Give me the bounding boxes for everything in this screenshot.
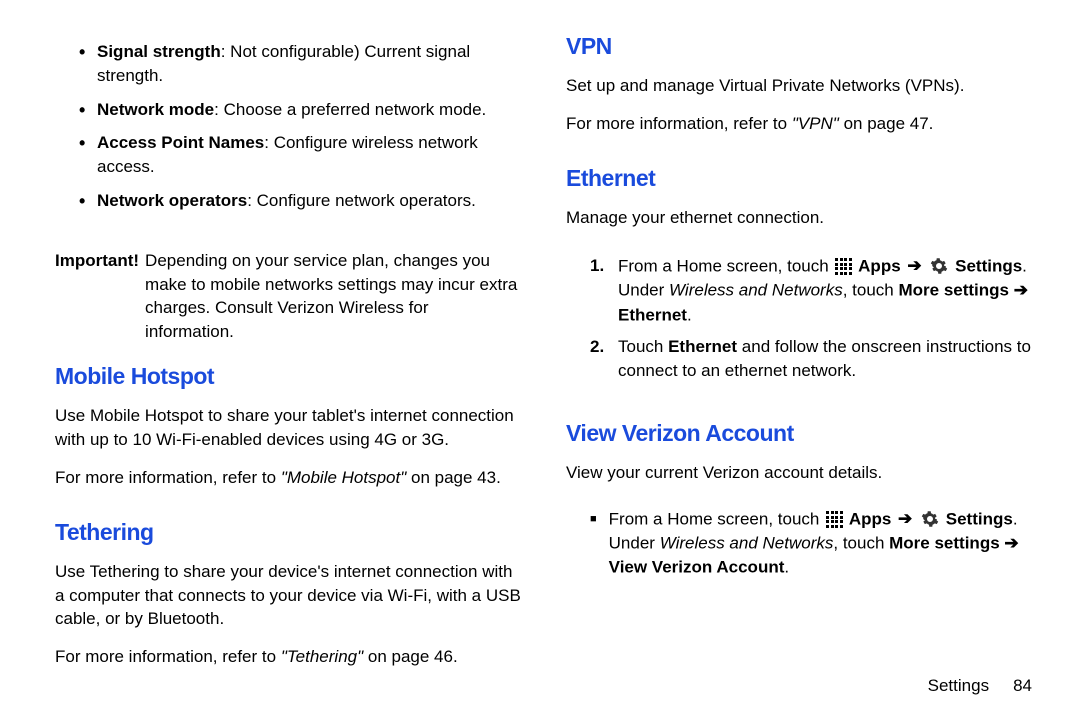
apps-grid-icon [826,511,842,527]
text: . [784,558,789,577]
text: Touch [618,337,668,356]
step-item: 1. From a Home screen, touch Apps ➔ Sett… [566,254,1032,327]
ref-pre: For more information, refer to [566,114,792,133]
footer-page-number: 84 [1013,676,1032,695]
ref-link: "VPN" [792,114,839,133]
mobile-hotspot-text: Use Mobile Hotspot to share your tablet'… [55,404,521,452]
settings-gear-icon [930,257,948,275]
left-column: Signal strength: Not configurable) Curre… [55,30,521,700]
heading-tethering: Tethering [55,516,521,548]
step-item: 2. Touch Ethernet and follow the onscree… [566,335,1032,383]
text: From a Home screen, touch [618,256,833,275]
ref-post: on page 43. [406,468,501,487]
important-text: Depending on your service plan, changes … [145,249,521,344]
term: Network mode [97,100,214,119]
step-body: From a Home screen, touch Apps ➔ Setting… [609,507,1032,580]
ref-pre: For more information, refer to [55,468,281,487]
arrow-icon: ➔ [907,254,921,278]
vpn-text: Set up and manage Virtual Private Networ… [566,74,1032,98]
settings-label: Settings [946,509,1013,528]
step-item: ■ From a Home screen, touch Apps ➔ Setti… [566,507,1032,580]
settings-gear-icon [921,510,939,528]
heading-vpn: VPN [566,30,1032,62]
ethernet-steps: 1. From a Home screen, touch Apps ➔ Sett… [566,246,1032,391]
ref-link: "Tethering" [281,647,363,666]
ref-pre: For more information, refer to [55,647,281,666]
heading-view-verizon: View Verizon Account [566,417,1032,449]
mobile-hotspot-ref: For more information, refer to "Mobile H… [55,466,521,490]
tethering-ref: For more information, refer to "Tetherin… [55,645,521,669]
wireless-label: Wireless and Networks [669,281,843,300]
step-number: 1. [590,254,610,327]
list-item: Network operators: Configure network ope… [55,189,521,213]
apps-grid-icon [835,258,851,274]
important-label: Important! [55,249,139,344]
ref-post: on page 47. [839,114,934,133]
ref-link: "Mobile Hotspot" [281,468,406,487]
ethernet-text: Manage your ethernet connection. [566,206,1032,230]
step-body: Touch Ethernet and follow the onscreen i… [618,335,1032,383]
text: . [687,305,692,324]
term: Network operators [97,191,247,210]
apps-label: Apps [858,256,901,275]
step-body: From a Home screen, touch Apps ➔ Setting… [618,254,1032,327]
heading-mobile-hotspot: Mobile Hotspot [55,360,521,392]
view-verizon-text: View your current Verizon account detail… [566,461,1032,485]
text: From a Home screen, touch [609,509,824,528]
text: , touch [833,534,889,553]
step-number: 2. [590,335,610,383]
important-note: Important! Depending on your service pla… [55,249,521,344]
term: Access Point Names [97,133,264,152]
heading-ethernet: Ethernet [566,162,1032,194]
ref-post: on page 46. [363,647,458,666]
view-verizon-steps: ■ From a Home screen, touch Apps ➔ Setti… [566,501,1032,586]
desc: : Configure network operators. [247,191,476,210]
text: , touch [843,281,899,300]
vpn-ref: For more information, refer to "VPN" on … [566,112,1032,136]
list-item: Network mode: Choose a preferred network… [55,98,521,122]
term: Signal strength [97,42,221,61]
square-bullet-icon: ■ [590,507,597,580]
network-options-list: Signal strength: Not configurable) Curre… [55,30,521,223]
footer-section-label: Settings [928,676,989,695]
right-column: VPN Set up and manage Virtual Private Ne… [561,30,1032,700]
arrow-icon: ➔ [898,507,912,531]
apps-label: Apps [849,509,892,528]
list-item: Signal strength: Not configurable) Curre… [55,40,521,88]
settings-label: Settings [955,256,1022,275]
desc: : Choose a preferred network mode. [214,100,486,119]
page-footer: Settings 84 [928,676,1032,696]
ethernet-bold: Ethernet [668,337,737,356]
list-item: Access Point Names: Configure wireless n… [55,131,521,179]
wireless-label: Wireless and Networks [660,534,834,553]
tethering-text: Use Tethering to share your device's int… [55,560,521,631]
